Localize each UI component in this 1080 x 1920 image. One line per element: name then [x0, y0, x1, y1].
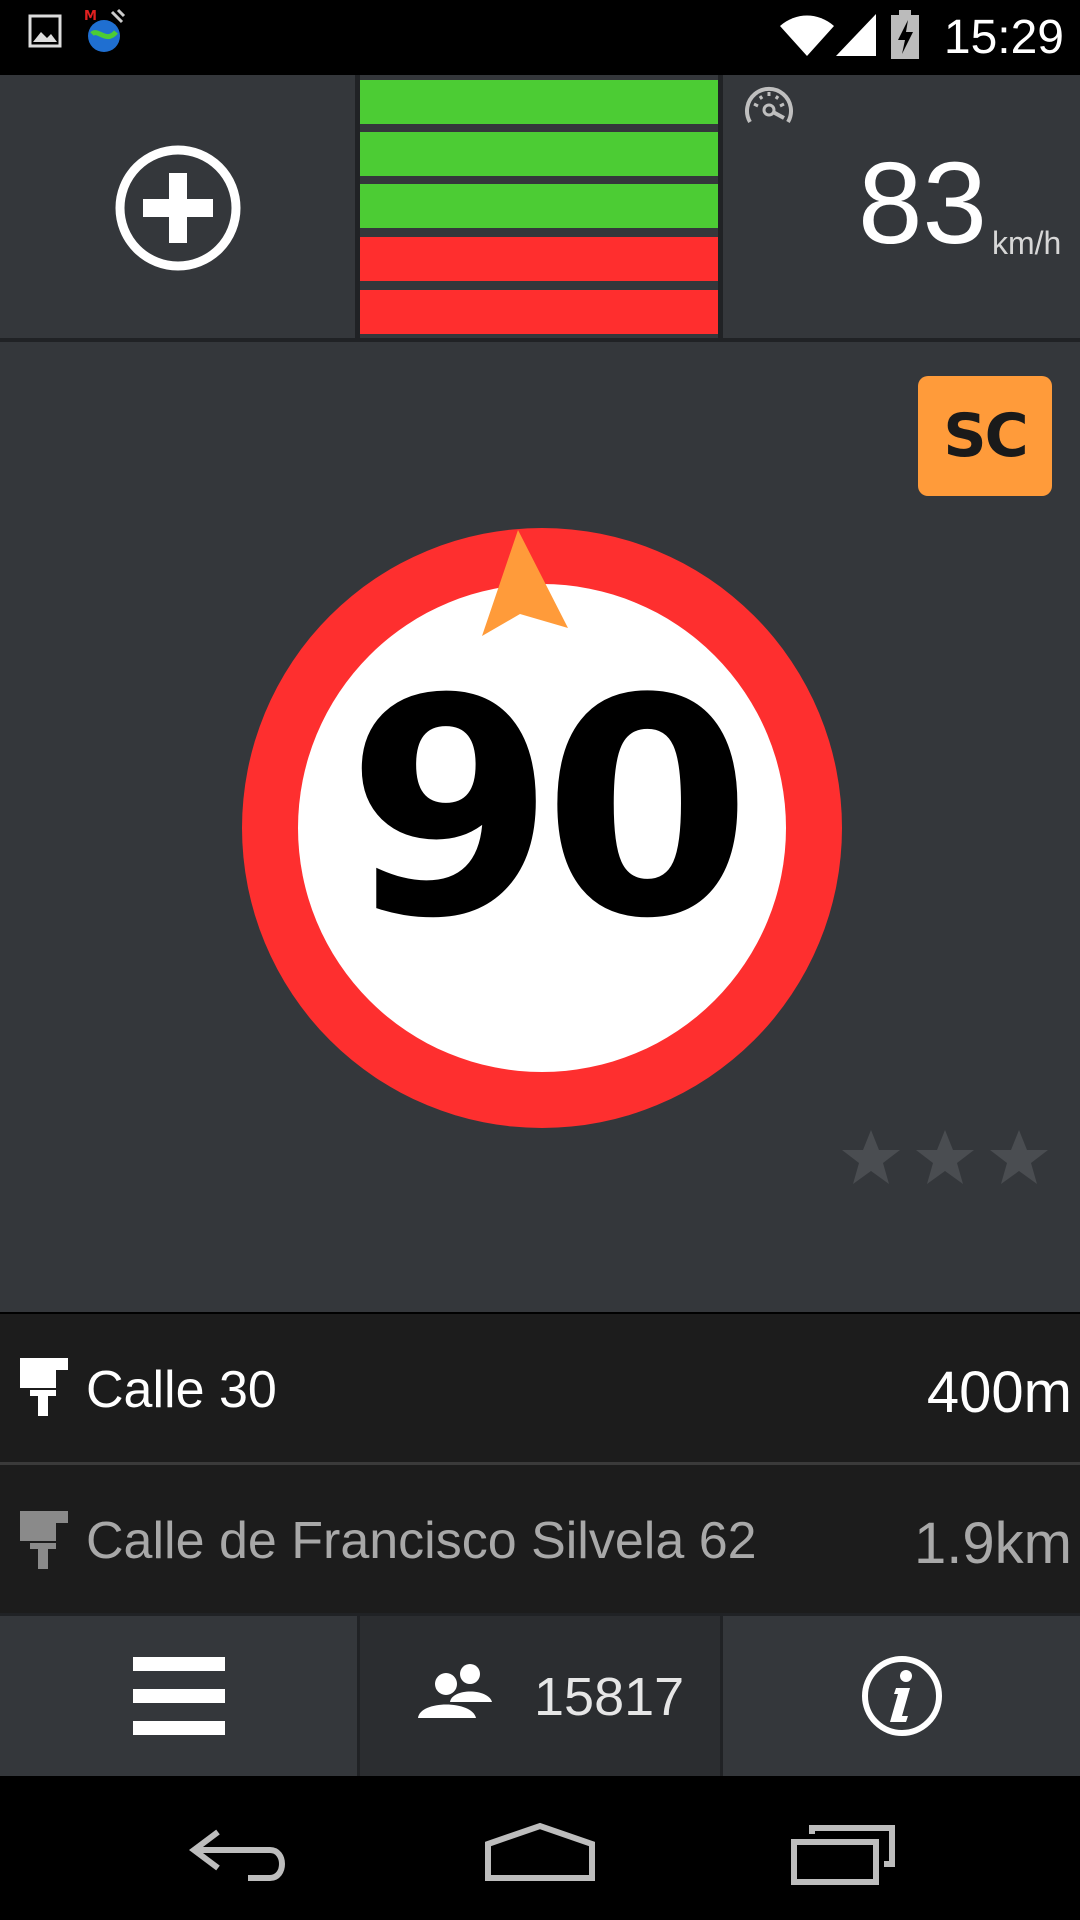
- route-distance: 400m: [926, 1360, 1072, 1425]
- divider: [718, 75, 723, 340]
- users-icon: [418, 1664, 492, 1718]
- star-icon: [916, 1130, 974, 1184]
- divider: [357, 1616, 360, 1776]
- battery-charging-icon: [891, 10, 919, 59]
- menu-button[interactable]: [0, 1616, 357, 1776]
- strength-bar: [360, 184, 718, 228]
- image-icon: [28, 14, 62, 48]
- wifi-icon: [780, 15, 834, 56]
- info-icon: [861, 1656, 942, 1736]
- add-alert-button[interactable]: [0, 75, 355, 340]
- home-icon[interactable]: [484, 1822, 596, 1882]
- star-icon: [990, 1130, 1048, 1184]
- sc-badge[interactable]: SC: [918, 376, 1052, 496]
- status-bar: M 15:29: [0, 0, 1080, 75]
- navigation-bar: [0, 1776, 1080, 1920]
- route-distance: 1.9km: [914, 1511, 1072, 1576]
- info-button[interactable]: [723, 1616, 1080, 1776]
- back-icon[interactable]: [188, 1826, 292, 1882]
- route-name: Calle de Francisco Silvela 62: [86, 1512, 757, 1570]
- speed-unit: km/h: [992, 225, 1062, 261]
- users-count: 15817: [534, 1667, 685, 1727]
- menu-icon: [132, 1657, 225, 1735]
- signal-icon: [836, 14, 876, 56]
- route-name: Calle 30: [86, 1361, 277, 1419]
- current-speed: 83: [858, 138, 988, 268]
- strength-bar: [360, 237, 718, 281]
- star-icon: [842, 1130, 900, 1184]
- speed-camera-icon: [20, 1358, 68, 1416]
- recent-apps-icon[interactable]: [790, 1824, 896, 1886]
- speedometer-icon: [745, 86, 793, 124]
- add-circle-icon: [115, 145, 240, 270]
- strength-bar: [360, 132, 718, 176]
- speed-camera-icon: [20, 1511, 68, 1569]
- speed-limit-value: 90: [346, 635, 751, 984]
- strength-bar: [360, 290, 718, 334]
- status-time: 15:29: [943, 11, 1064, 64]
- route-item[interactable]: Calle 30 400m: [0, 1314, 1080, 1462]
- strength-bar: [360, 80, 718, 124]
- rating-stars[interactable]: [840, 1128, 1060, 1188]
- gps-app-icon: M: [84, 8, 126, 52]
- route-item[interactable]: Calle de Francisco Silvela 62 1.9km: [0, 1465, 1080, 1613]
- svg-text:M: M: [84, 9, 97, 24]
